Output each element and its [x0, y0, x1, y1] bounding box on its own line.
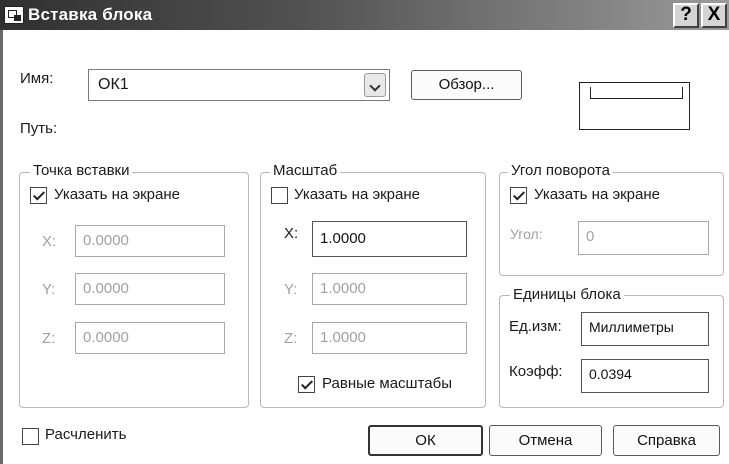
block-name-combo[interactable]: ОК1 — [88, 69, 390, 101]
angle-field[interactable]: 0 — [578, 221, 709, 255]
insertion-z-label: Z: — [42, 330, 56, 347]
scale-y-label: Y: — [284, 281, 298, 298]
uniform-scale-label: Равные масштабы — [322, 375, 452, 392]
scale-z-label: Z: — [284, 330, 298, 347]
window-frame — [0, 30, 3, 464]
chevron-down-icon[interactable] — [364, 73, 386, 97]
insertion-specify-label: Указать на экране — [54, 186, 180, 203]
insertion-x-label: X: — [42, 233, 57, 250]
insertion-x-field[interactable]: 0.0000 — [75, 225, 225, 257]
insertion-y-field[interactable]: 0.0000 — [75, 273, 225, 305]
factor-value-field: 0.0394 — [581, 359, 709, 393]
angle-label: Угол: — [510, 226, 543, 242]
insert-block-icon — [4, 6, 24, 24]
preview-shape — [590, 87, 683, 99]
uniform-scale-checkbox[interactable] — [298, 376, 315, 393]
block-preview — [579, 82, 690, 130]
block-units-title: Единицы блока — [510, 286, 624, 303]
help-button[interactable]: Справка — [613, 425, 720, 456]
name-label: Имя: — [20, 70, 54, 87]
cancel-button[interactable]: Отмена — [489, 425, 602, 456]
rotation-specify-label: Указать на экране — [534, 186, 660, 203]
scale-specify-label: Указать на экране — [294, 186, 420, 203]
insertion-y-label: Y: — [42, 281, 56, 298]
scale-title: Масштаб — [270, 162, 341, 179]
scale-x-label: X: — [284, 225, 299, 242]
rotation-specify-checkbox[interactable] — [510, 187, 527, 204]
insertion-specify-checkbox[interactable] — [30, 187, 47, 204]
ok-button[interactable]: ОК — [368, 425, 483, 456]
browse-button[interactable]: Обзор... — [411, 70, 522, 100]
insertion-point-title: Точка вставки — [30, 162, 133, 179]
help-title-button[interactable]: ? — [673, 3, 699, 28]
title-bar: Вставка блока ? X — [0, 0, 729, 30]
block-name-value: ОК1 — [98, 76, 129, 93]
unit-label: Ед.изм: — [509, 318, 562, 335]
explode-checkbox[interactable] — [22, 428, 39, 445]
rotation-title: Угол поворота — [508, 162, 613, 179]
scale-x-field[interactable]: 1.0000 — [312, 221, 467, 257]
scale-specify-checkbox[interactable] — [271, 187, 288, 204]
scale-y-field[interactable]: 1.0000 — [312, 273, 467, 305]
close-button[interactable]: X — [701, 3, 727, 28]
scale-z-field[interactable]: 1.0000 — [312, 322, 467, 354]
insertion-z-field[interactable]: 0.0000 — [75, 322, 225, 354]
path-label: Путь: — [20, 120, 58, 137]
window-title: Вставка блока — [28, 5, 153, 24]
unit-value-field: Миллиметры — [581, 312, 709, 346]
factor-label: Коэфф: — [509, 363, 563, 380]
explode-label: Расчленить — [45, 426, 127, 443]
